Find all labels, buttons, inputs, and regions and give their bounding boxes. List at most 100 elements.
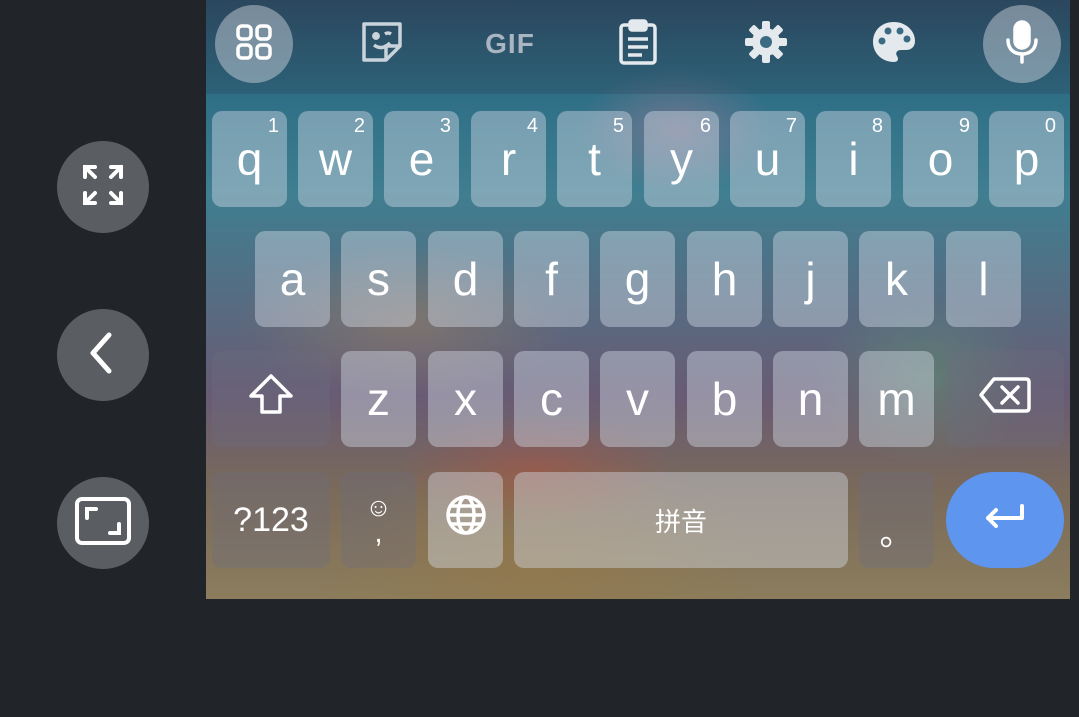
key-hint: 0: [1044, 115, 1056, 137]
key-label: x: [454, 373, 477, 425]
key-label: r: [500, 133, 517, 185]
key-label: b: [711, 373, 738, 425]
key-l[interactable]: l: [946, 231, 1021, 327]
key-label: q: [236, 133, 263, 185]
key-h[interactable]: h: [687, 231, 762, 327]
key-label: z: [367, 373, 390, 425]
expand-icon: [79, 161, 127, 214]
shift-icon: [247, 372, 295, 427]
key-q[interactable]: q1: [212, 111, 287, 207]
key-o[interactable]: o9: [903, 111, 978, 207]
key-label: j: [805, 253, 816, 305]
enter-icon: [982, 493, 1028, 547]
key-hint: 9: [958, 115, 970, 137]
key-label: p: [1013, 133, 1040, 185]
key-label: l: [978, 253, 989, 305]
clipboard-button[interactable]: [599, 5, 677, 83]
key-w[interactable]: w2: [298, 111, 373, 207]
expand-button[interactable]: [57, 141, 149, 233]
grid-icon: [234, 22, 274, 67]
shift-key[interactable]: [212, 351, 330, 447]
symbols-label: ?123: [233, 500, 309, 539]
gif-button[interactable]: GIF: [471, 5, 549, 83]
key-label: i: [848, 133, 859, 185]
key-hint: 3: [439, 115, 451, 137]
symbols-key[interactable]: ?123: [212, 472, 330, 568]
fullscreen-button[interactable]: [57, 477, 149, 569]
key-label: s: [367, 253, 390, 305]
key-label: w: [318, 133, 353, 185]
key-label: e: [408, 133, 435, 185]
key-hint: 6: [699, 115, 711, 137]
key-p[interactable]: p0: [989, 111, 1064, 207]
key-label: k: [885, 253, 908, 305]
keyboard-toolbar: GIF: [206, 0, 1070, 94]
sticker-button[interactable]: [343, 5, 421, 83]
key-label: o: [927, 133, 954, 185]
key-g[interactable]: g: [600, 231, 675, 327]
theme-button[interactable]: [855, 5, 933, 83]
key-k[interactable]: k: [859, 231, 934, 327]
gif-label: GIF: [485, 28, 535, 59]
key-r[interactable]: r4: [471, 111, 546, 207]
chevron-left-icon: [83, 331, 123, 380]
sticker-icon: [358, 18, 406, 71]
key-label: g: [624, 253, 651, 305]
key-hint: 5: [612, 115, 624, 137]
key-a[interactable]: a: [255, 231, 330, 327]
key-hint: 1: [267, 115, 279, 137]
key-j[interactable]: j: [773, 231, 848, 327]
comma-key[interactable]: ☺ ,: [341, 472, 416, 568]
key-hint: 4: [526, 115, 538, 137]
key-hint: 7: [785, 115, 797, 137]
key-z[interactable]: z: [341, 351, 416, 447]
backspace-icon: [978, 372, 1032, 426]
clipboard-icon: [616, 18, 660, 71]
space-key[interactable]: 拼音: [514, 472, 848, 568]
key-c[interactable]: c: [514, 351, 589, 447]
key-y[interactable]: y6: [644, 111, 719, 207]
period-key[interactable]: 。: [859, 472, 934, 568]
key-label: y: [670, 133, 693, 185]
key-x[interactable]: x: [428, 351, 503, 447]
apps-button[interactable]: [215, 5, 293, 83]
key-label: u: [754, 133, 781, 185]
microphone-icon: [1004, 19, 1040, 69]
period-label: 。: [879, 514, 914, 553]
key-label: t: [588, 133, 601, 185]
space-label: 拼音: [654, 506, 707, 537]
key-f[interactable]: f: [514, 231, 589, 327]
settings-button[interactable]: [727, 5, 805, 83]
key-v[interactable]: v: [600, 351, 675, 447]
key-label: f: [545, 253, 558, 305]
key-b[interactable]: b: [687, 351, 762, 447]
key-d[interactable]: d: [428, 231, 503, 327]
key-hint: 8: [871, 115, 883, 137]
key-n[interactable]: n: [773, 351, 848, 447]
key-m[interactable]: m: [859, 351, 934, 447]
backspace-key[interactable]: [946, 351, 1064, 447]
key-label: m: [877, 373, 916, 425]
key-label: a: [279, 253, 306, 305]
key-label: d: [452, 253, 479, 305]
key-e[interactable]: e3: [384, 111, 459, 207]
key-s[interactable]: s: [341, 231, 416, 327]
voice-button[interactable]: [983, 5, 1061, 83]
gear-icon: [743, 19, 789, 70]
key-label: c: [540, 373, 563, 425]
key-hint: 2: [353, 115, 365, 137]
key-t[interactable]: t5: [557, 111, 632, 207]
key-u[interactable]: u7: [730, 111, 805, 207]
key-label: v: [626, 373, 649, 425]
fullscreen-icon: [74, 496, 132, 551]
back-button[interactable]: [57, 309, 149, 401]
enter-key[interactable]: [946, 472, 1064, 568]
key-label: n: [797, 373, 824, 425]
palette-icon: [870, 19, 918, 70]
comma-label: ,: [374, 516, 383, 549]
key-label: h: [711, 253, 738, 305]
keyboard-panel: GIF q 1 w 2 e 3 r 4 t 5 y 6 u 7 i 8 o 9 …: [206, 0, 1070, 599]
globe-icon: [444, 493, 488, 548]
key-i[interactable]: i8: [816, 111, 891, 207]
language-key[interactable]: [428, 472, 503, 568]
